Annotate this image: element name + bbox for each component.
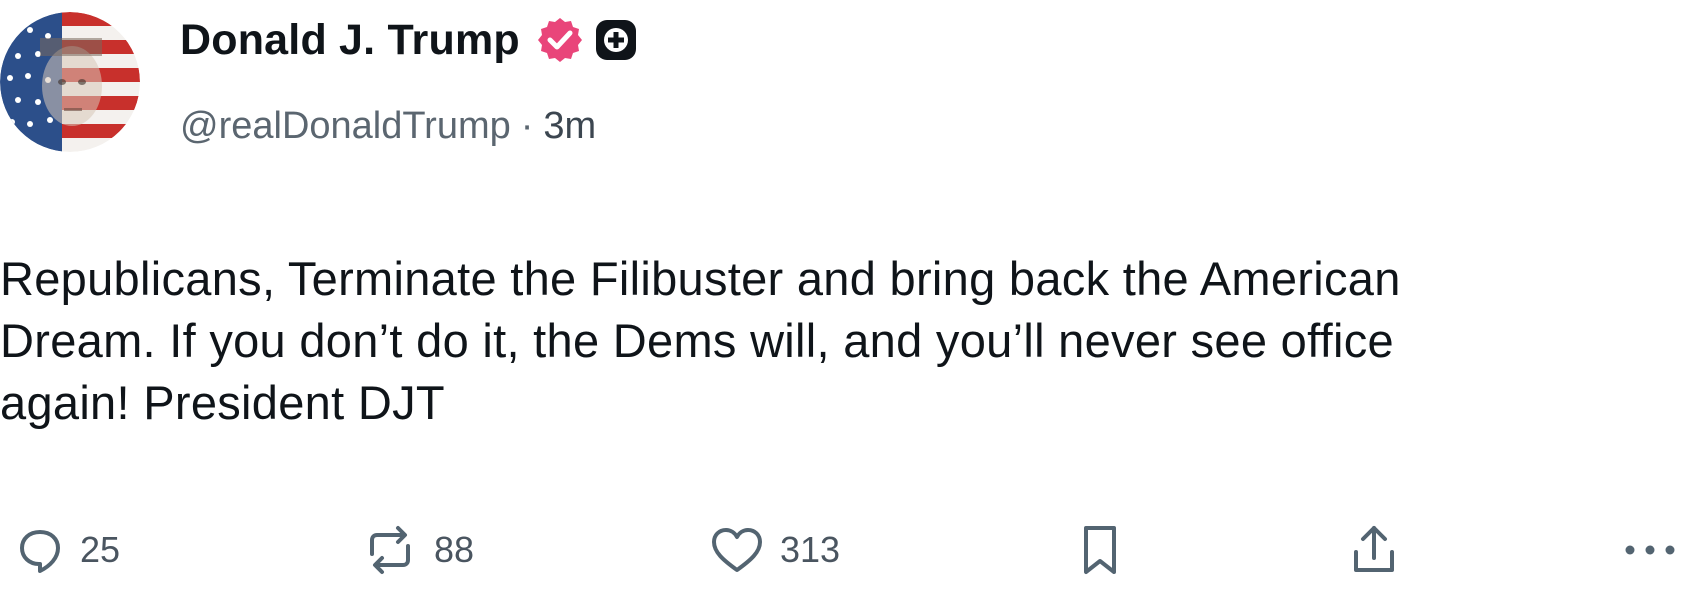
more-options-button[interactable]	[1622, 515, 1678, 585]
share-upload-icon	[1348, 522, 1400, 578]
like-count: 313	[780, 529, 841, 570]
author-name-row: Donald J. Trump	[180, 8, 638, 72]
post-timestamp[interactable]: 3m	[543, 105, 596, 148]
share-button[interactable]	[1348, 515, 1400, 585]
reply-count: 25	[80, 529, 121, 570]
author-handle-row: @realDonaldTrump · 3m	[180, 96, 596, 156]
reply-bubble-icon	[14, 524, 66, 576]
author-avatar[interactable]	[0, 12, 140, 152]
avatar-flag-portrait-image	[0, 12, 140, 152]
repost-button[interactable]: 88	[360, 515, 474, 585]
post-body-text: Republicans, Terminate the Filibuster an…	[0, 252, 1401, 429]
bookmark-button[interactable]	[1078, 515, 1122, 585]
author-handle[interactable]: @realDonaldTrump	[180, 105, 511, 148]
repost-arrows-icon	[360, 524, 420, 576]
heart-icon	[708, 524, 766, 576]
plus-badge-icon[interactable]	[594, 18, 638, 62]
meta-separator: ·	[520, 104, 534, 147]
reply-button[interactable]: 25	[14, 515, 120, 585]
author-display-name[interactable]: Donald J. Trump	[180, 16, 520, 65]
bookmark-icon	[1078, 522, 1122, 578]
repost-count: 88	[434, 529, 475, 570]
like-button[interactable]: 313	[708, 515, 840, 585]
post-action-bar: 25 88 313	[0, 515, 1706, 585]
verified-check-badge-icon[interactable]	[536, 16, 584, 64]
more-dots-icon	[1622, 540, 1678, 560]
